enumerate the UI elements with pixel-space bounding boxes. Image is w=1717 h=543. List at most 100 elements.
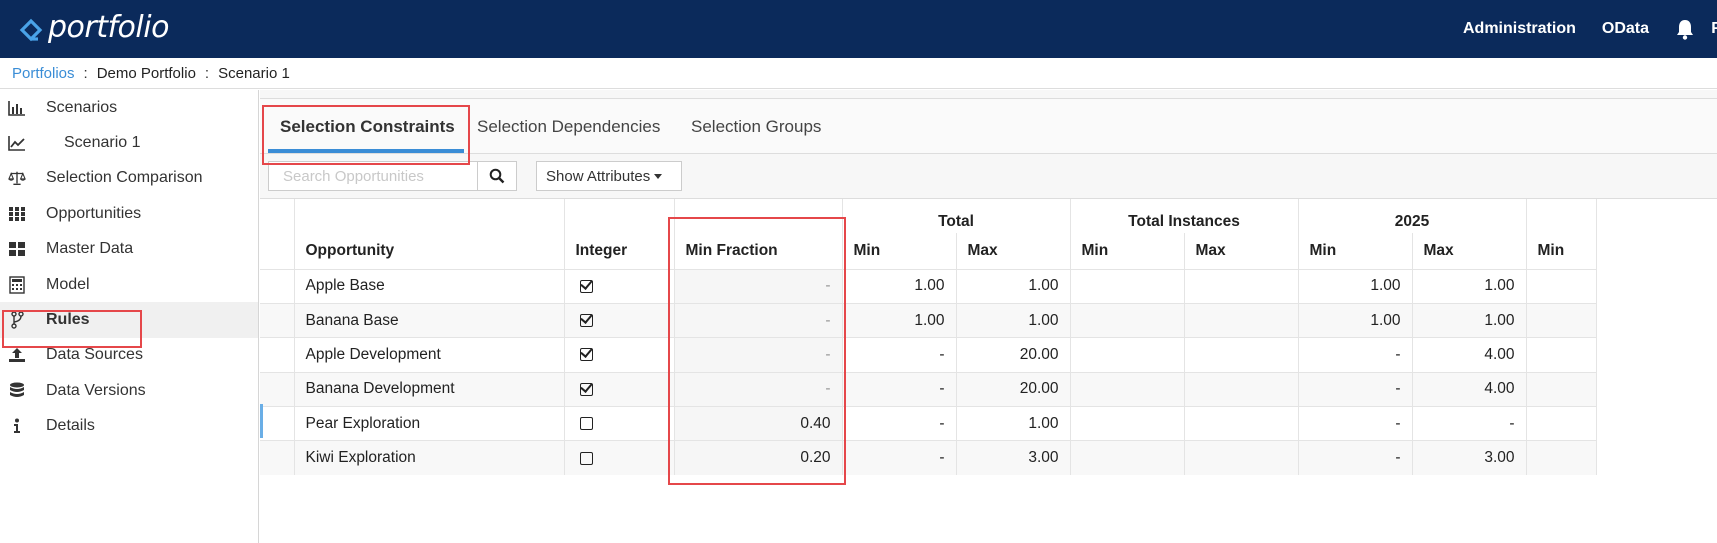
- year-min-cell[interactable]: -: [1298, 406, 1413, 441]
- col-header-integer[interactable]: Integer: [564, 233, 675, 269]
- year-min-cell[interactable]: -: [1298, 337, 1413, 373]
- instances-max-cell[interactable]: [1184, 406, 1299, 441]
- instances-max-cell[interactable]: [1184, 371, 1299, 407]
- total-max-cell[interactable]: 20.00: [956, 337, 1071, 373]
- min-fraction-cell[interactable]: 0.20: [674, 440, 843, 476]
- opportunity-name[interactable]: Banana Development: [294, 371, 565, 407]
- total-max-cell[interactable]: 3.00: [956, 440, 1071, 476]
- sidebar-item-scenarios[interactable]: Scenarios: [0, 90, 258, 125]
- next-min-cell[interactable]: [1526, 406, 1597, 441]
- tab-selection-dependencies[interactable]: Selection Dependencies: [477, 99, 660, 155]
- next-min-cell[interactable]: [1526, 440, 1597, 476]
- nav-administration[interactable]: Administration: [1463, 20, 1576, 38]
- table-row[interactable]: Apple Base -1.00 1.00 1.00 1.00: [260, 268, 1597, 304]
- col-header-next-min[interactable]: Min: [1526, 233, 1597, 269]
- checkbox-checked-icon[interactable]: [579, 382, 593, 396]
- table-row[interactable]: Apple Development - -20.00-4.00: [260, 337, 1597, 373]
- integer-checkbox[interactable]: [564, 302, 675, 338]
- instances-min-cell[interactable]: [1070, 440, 1185, 476]
- sidebar-item-data-versions[interactable]: Data Versions: [0, 373, 258, 408]
- next-min-cell[interactable]: [1526, 337, 1597, 373]
- total-min-cell[interactable]: -: [842, 406, 957, 441]
- year-min-cell[interactable]: -: [1298, 371, 1413, 407]
- total-min-cell[interactable]: 1.00: [842, 268, 957, 304]
- year-max-cell[interactable]: -: [1412, 406, 1527, 441]
- year-max-cell[interactable]: 4.00: [1412, 337, 1527, 373]
- next-min-cell[interactable]: [1526, 268, 1597, 304]
- opportunity-name[interactable]: Apple Development: [294, 337, 565, 373]
- year-min-cell[interactable]: 1.00: [1298, 268, 1413, 304]
- col-header-min-fraction[interactable]: Min Fraction: [674, 233, 843, 269]
- col-header-instances-min[interactable]: Min: [1070, 233, 1185, 269]
- year-max-cell[interactable]: 1.00: [1412, 268, 1527, 304]
- instances-min-cell[interactable]: [1070, 371, 1185, 407]
- opportunity-name[interactable]: Banana Base: [294, 302, 565, 338]
- total-max-cell[interactable]: 20.00: [956, 371, 1071, 407]
- total-min-cell[interactable]: 1.00: [842, 302, 957, 338]
- sidebar-item-opportunities[interactable]: Opportunities: [0, 196, 258, 231]
- total-min-cell[interactable]: -: [842, 337, 957, 373]
- user-menu-partial[interactable]: F: [1711, 20, 1717, 38]
- col-header-total-min[interactable]: Min: [842, 233, 957, 269]
- search-button[interactable]: [477, 161, 517, 191]
- opportunity-name[interactable]: Apple Base: [294, 268, 565, 304]
- min-fraction-cell[interactable]: -: [674, 371, 843, 407]
- total-max-cell[interactable]: 1.00: [956, 406, 1071, 441]
- table-row[interactable]: Kiwi Exploration 0.20-3.00-3.00: [260, 440, 1597, 476]
- table-row[interactable]: Banana Base -1.00 1.00 1.00 1.00: [260, 302, 1597, 338]
- sidebar-item-model[interactable]: Model: [0, 267, 258, 302]
- checkbox-checked-icon[interactable]: [579, 313, 593, 327]
- min-fraction-cell[interactable]: 0.40: [674, 406, 843, 441]
- year-max-cell[interactable]: 1.00: [1412, 302, 1527, 338]
- year-max-cell[interactable]: 4.00: [1412, 371, 1527, 407]
- instances-max-cell[interactable]: [1184, 302, 1299, 338]
- breadcrumb-demo-portfolio[interactable]: Demo Portfolio: [97, 65, 196, 82]
- tab-selection-groups[interactable]: Selection Groups: [691, 99, 821, 155]
- integer-checkbox[interactable]: [564, 268, 675, 304]
- opportunity-name[interactable]: Pear Exploration: [294, 406, 565, 441]
- integer-checkbox[interactable]: [564, 440, 675, 476]
- year-min-cell[interactable]: -: [1298, 440, 1413, 476]
- table-row[interactable]: Pear Exploration 0.40-1.00- -: [260, 406, 1597, 441]
- show-attributes-dropdown[interactable]: Show Attributes: [536, 161, 682, 191]
- min-fraction-cell[interactable]: -: [674, 302, 843, 338]
- instances-min-cell[interactable]: [1070, 337, 1185, 373]
- table-row[interactable]: Banana Development - -20.00-4.00: [260, 371, 1597, 407]
- total-min-cell[interactable]: -: [842, 440, 957, 476]
- total-max-cell[interactable]: 1.00: [956, 268, 1071, 304]
- integer-checkbox[interactable]: [564, 406, 675, 441]
- tab-selection-constraints[interactable]: Selection Constraints: [280, 99, 455, 155]
- bell-icon[interactable]: [1675, 18, 1695, 40]
- opportunity-name[interactable]: Kiwi Exploration: [294, 440, 565, 476]
- breadcrumb-scenario[interactable]: Scenario 1: [218, 65, 290, 82]
- instances-max-cell[interactable]: [1184, 268, 1299, 304]
- checkbox-unchecked-icon[interactable]: [579, 417, 593, 431]
- sidebar-item-rules[interactable]: Rules: [0, 302, 258, 338]
- col-header-2025-min[interactable]: Min: [1298, 233, 1413, 269]
- sidebar-item-scenario-1[interactable]: Scenario 1: [0, 125, 258, 160]
- min-fraction-cell[interactable]: -: [674, 337, 843, 373]
- col-header-opportunity[interactable]: Opportunity: [294, 233, 565, 269]
- breadcrumb-portfolios[interactable]: Portfolios: [12, 65, 75, 82]
- sidebar-item-master-data[interactable]: Master Data: [0, 232, 258, 267]
- nav-odata[interactable]: OData: [1602, 20, 1649, 38]
- instances-max-cell[interactable]: [1184, 337, 1299, 373]
- next-min-cell[interactable]: [1526, 302, 1597, 338]
- search-input[interactable]: Search Opportunities: [268, 161, 478, 191]
- col-header-total-max[interactable]: Max: [956, 233, 1071, 269]
- next-min-cell[interactable]: [1526, 371, 1597, 407]
- instances-min-cell[interactable]: [1070, 302, 1185, 338]
- min-fraction-cell[interactable]: -: [674, 268, 843, 304]
- brand-logo[interactable]: portfolio: [18, 10, 169, 45]
- sidebar-item-details[interactable]: Details: [0, 409, 258, 444]
- checkbox-unchecked-icon[interactable]: [579, 451, 593, 465]
- col-header-2025-max[interactable]: Max: [1412, 233, 1527, 269]
- sidebar-item-data-sources[interactable]: Data Sources: [0, 338, 258, 373]
- sidebar-item-selection-comparison[interactable]: Selection Comparison: [0, 161, 258, 196]
- checkbox-checked-icon[interactable]: [579, 279, 593, 293]
- instances-min-cell[interactable]: [1070, 268, 1185, 304]
- col-header-instances-max[interactable]: Max: [1184, 233, 1299, 269]
- total-min-cell[interactable]: -: [842, 371, 957, 407]
- integer-checkbox[interactable]: [564, 371, 675, 407]
- integer-checkbox[interactable]: [564, 337, 675, 373]
